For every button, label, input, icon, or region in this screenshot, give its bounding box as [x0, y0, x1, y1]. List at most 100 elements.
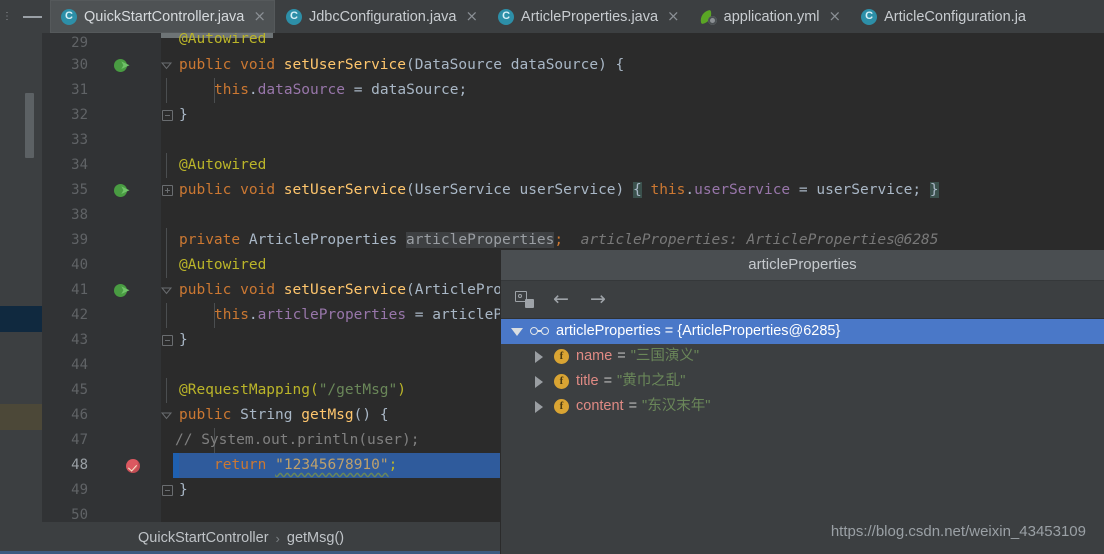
marker-block-olive: [0, 404, 42, 430]
token-keyword: public: [179, 407, 232, 423]
vertical-scrollbar-thumb[interactable]: [25, 93, 34, 158]
token-annotation: @Autowired: [179, 257, 267, 273]
tab-quickstartcontroller[interactable]: C QuickStartController.java ×: [50, 0, 275, 33]
code-line[interactable]: 33: [42, 128, 1104, 153]
chevron-down-icon[interactable]: [511, 326, 523, 337]
line-number: 29: [71, 35, 88, 51]
code-line[interactable]: 35 ➤ public void setUserService(UserServ…: [42, 178, 1104, 203]
line-number: 34: [71, 157, 88, 173]
line-number: 40: [71, 257, 88, 273]
debug-value-popup[interactable]: articleProperties ← → articleProperties …: [500, 250, 1104, 554]
fold-collapse-icon[interactable]: [160, 284, 174, 298]
run-gutter-icon[interactable]: ➤: [114, 282, 131, 299]
field-name: content: [576, 398, 624, 414]
java-class-icon: C: [498, 8, 515, 25]
marker-block-blue: [0, 306, 42, 332]
line-number: 38: [71, 207, 88, 223]
run-gutter-icon[interactable]: ➤: [114, 182, 131, 199]
back-arrow-icon[interactable]: ←: [550, 289, 572, 311]
tab-label: QuickStartController.java: [84, 8, 245, 25]
field-icon: f: [554, 374, 569, 389]
code-line[interactable]: 32 }: [42, 103, 1104, 128]
line-number: 42: [71, 307, 88, 323]
popup-title: articleProperties: [501, 250, 1104, 281]
line-number: 43: [71, 332, 88, 348]
forward-arrow-icon[interactable]: →: [587, 289, 609, 311]
token-keyword: public: [179, 282, 232, 298]
line-number: 49: [71, 482, 88, 498]
token-annotation: @Autowired: [179, 33, 267, 47]
token-type: ArticleProperties: [248, 232, 398, 248]
chevron-right-icon[interactable]: [533, 376, 544, 388]
tree-row-field[interactable]: f title = "黄巾之乱": [501, 369, 1104, 394]
variable-tree[interactable]: articleProperties = {ArticleProperties@6…: [501, 319, 1104, 554]
field-name: name: [576, 348, 613, 364]
new-watch-icon[interactable]: [513, 289, 535, 311]
line-number: 35: [71, 182, 88, 198]
token-keyword: void: [240, 57, 276, 73]
token-field: userService: [694, 182, 791, 198]
minimize-button[interactable]: [14, 0, 50, 33]
line-number: 46: [71, 407, 88, 423]
fold-collapse-icon[interactable]: [160, 409, 174, 423]
token-keyword: this: [214, 82, 249, 98]
tab-jdbcconfiguration[interactable]: C JdbcConfiguration.java ×: [275, 0, 487, 33]
token-type: String: [240, 407, 293, 423]
tree-row-field[interactable]: f content = "东汉末年": [501, 394, 1104, 419]
tab-label: ArticleConfiguration.ja: [884, 8, 1026, 25]
token-param: dataSource: [510, 57, 599, 73]
forward-arrow-glyph: →: [590, 288, 606, 310]
tree-row-root[interactable]: articleProperties = {ArticleProperties@6…: [501, 319, 1104, 344]
breadcrumb[interactable]: QuickStartController › getMsg(): [42, 522, 500, 554]
token-param: userService: [816, 182, 913, 198]
tab-label: application.yml: [723, 8, 820, 25]
breakpoint-icon[interactable]: [126, 459, 140, 473]
field-icon: f: [554, 349, 569, 364]
minimize-icon: [22, 15, 42, 18]
java-class-icon: C: [285, 8, 302, 25]
watermark-url: https://blog.csdn.net/weixin_43453109: [830, 523, 1086, 540]
window-edge-handle[interactable]: ⋮: [0, 0, 14, 33]
close-icon[interactable]: ×: [465, 9, 478, 24]
fold-collapse-icon[interactable]: [160, 59, 174, 73]
tab-articleproperties[interactable]: C ArticleProperties.java ×: [487, 0, 689, 33]
fold-end-icon[interactable]: [162, 485, 173, 496]
fold-end-icon[interactable]: [162, 110, 173, 121]
line-number: 45: [71, 382, 88, 398]
code-line[interactable]: 31 this.dataSource = dataSource;: [42, 78, 1104, 103]
close-icon[interactable]: ×: [253, 9, 266, 24]
spring-yaml-icon: [698, 9, 717, 25]
execution-point-marker: [173, 453, 179, 478]
run-gutter-icon[interactable]: ➤: [114, 57, 131, 74]
breadcrumb-item-method[interactable]: getMsg(): [287, 530, 344, 546]
token-method: setUserService: [283, 182, 406, 198]
breadcrumb-item-class[interactable]: QuickStartController: [138, 530, 269, 546]
fold-end-icon[interactable]: [162, 335, 173, 346]
token-method: getMsg: [301, 407, 354, 423]
fold-expand-icon[interactable]: [162, 185, 173, 196]
java-class-icon: C: [61, 8, 77, 25]
chevron-right-icon[interactable]: [533, 351, 544, 363]
line-number: 30: [71, 57, 88, 73]
field-value: "三国演义": [630, 348, 700, 364]
code-line[interactable]: 38: [42, 203, 1104, 228]
line-number: 47: [71, 432, 88, 448]
close-icon[interactable]: ×: [829, 9, 842, 24]
code-line[interactable]: 34 @Autowired: [42, 153, 1104, 178]
tree-row-label: articleProperties = {ArticleProperties@6…: [556, 323, 841, 339]
tab-application-yml[interactable]: application.yml ×: [689, 0, 851, 33]
tree-row-field[interactable]: f name = "三国演义": [501, 344, 1104, 369]
token-keyword: public: [179, 182, 232, 198]
close-icon[interactable]: ×: [667, 9, 680, 24]
token-annotation: @Autowired: [179, 157, 267, 173]
field-value: "东汉末年": [642, 398, 711, 414]
code-line[interactable]: 30 ➤ public void setUserService(DataSour…: [42, 53, 1104, 78]
tab-articleconfiguration[interactable]: C ArticleConfiguration.ja: [850, 0, 1035, 33]
breadcrumb-separator: ›: [275, 530, 280, 546]
line-number: 44: [71, 357, 88, 373]
token-keyword: public: [179, 57, 232, 73]
field-equals: =: [603, 373, 613, 389]
code-line[interactable]: 29 @Autowired: [42, 33, 1104, 53]
line-number: 32: [71, 107, 88, 123]
chevron-right-icon[interactable]: [533, 401, 544, 413]
